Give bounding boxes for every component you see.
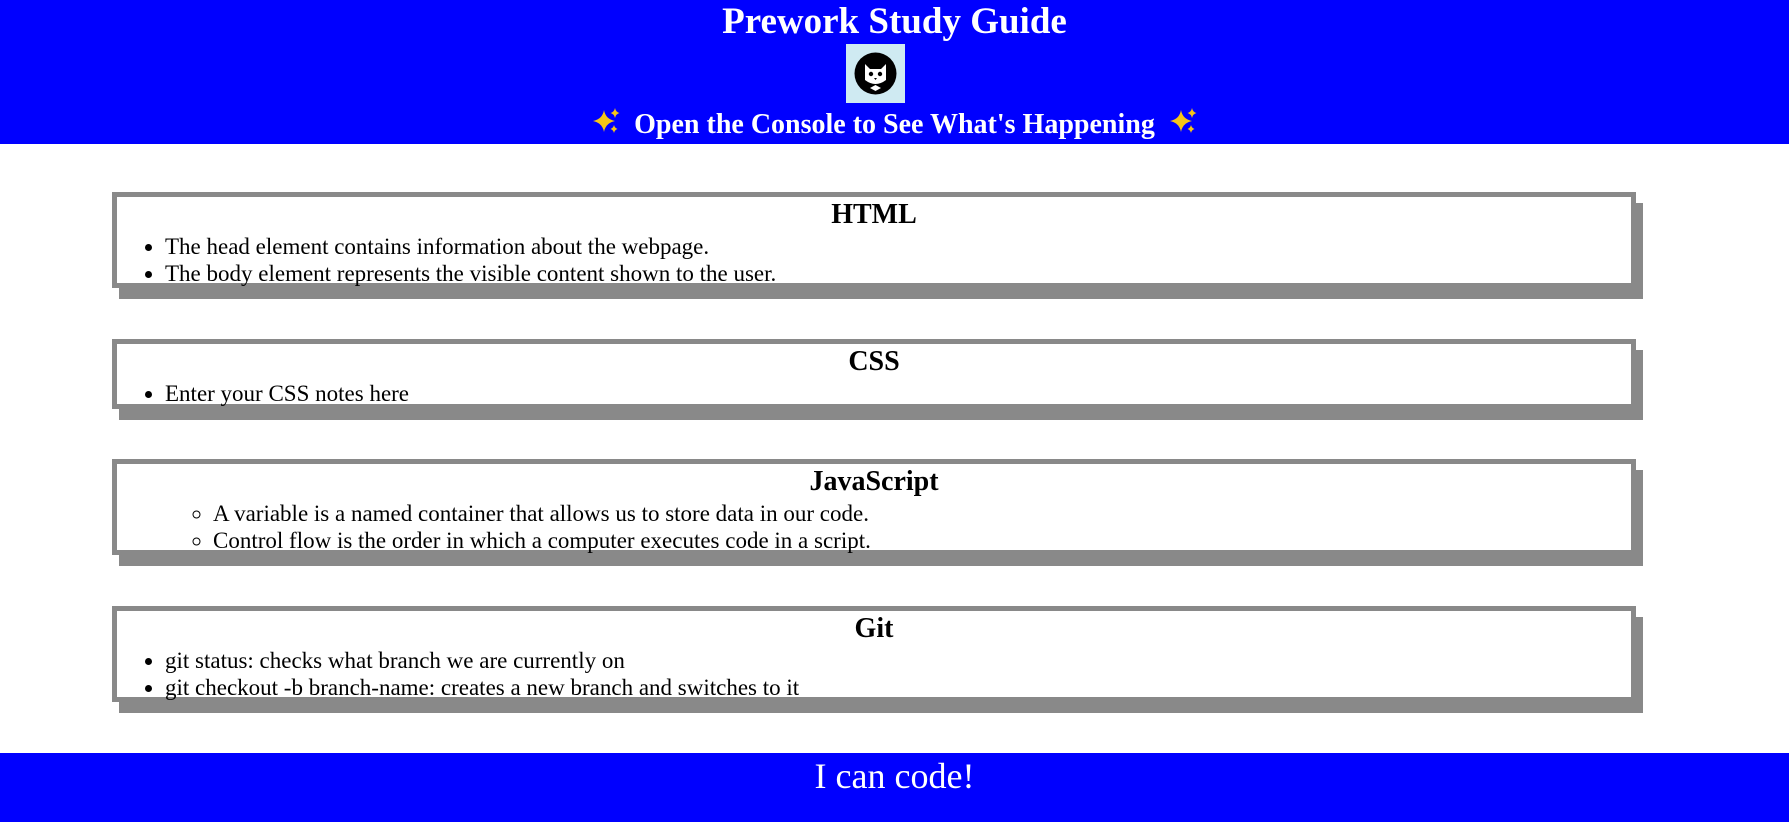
list-item: Control flow is the order in which a com… — [213, 527, 1631, 554]
page-header: Prework Study Guide Open the Console to … — [0, 0, 1789, 144]
section-list-javascript: A variable is a named container that all… — [117, 500, 1631, 554]
page-footer: I can code! — [0, 753, 1789, 822]
list-item: git checkout -b branch-name: creates a n… — [165, 674, 1631, 701]
sparkles-icon — [1168, 106, 1198, 147]
section-list-css: Enter your CSS notes here — [117, 380, 1631, 407]
cat-avatar-icon — [846, 44, 905, 103]
section-html: HTML The head element contains informati… — [112, 192, 1636, 288]
footer-text: I can code! — [814, 756, 975, 796]
subtitle-text: Open the Console to See What's Happening — [634, 109, 1155, 140]
section-list-html: The head element contains information ab… — [117, 233, 1631, 287]
section-css: CSS Enter your CSS notes here — [112, 339, 1636, 409]
section-javascript: JavaScript A variable is a named contain… — [112, 459, 1636, 555]
list-item: git status: checks what branch we are cu… — [165, 647, 1631, 674]
list-item: The head element contains information ab… — [165, 233, 1631, 260]
section-git: Git git status: checks what branch we ar… — [112, 606, 1636, 702]
list-item: The body element represents the visible … — [165, 260, 1631, 287]
section-title-html: HTML — [831, 199, 917, 230]
list-item: Enter your CSS notes here — [165, 380, 1631, 407]
list-item: A variable is a named container that all… — [213, 500, 1631, 527]
section-list-git: git status: checks what branch we are cu… — [117, 647, 1631, 701]
page-title: Prework Study Guide — [722, 1, 1067, 42]
page-subtitle: Open the Console to See What's Happening — [0, 106, 1789, 147]
section-title-css: CSS — [848, 346, 900, 377]
section-title-git: Git — [854, 613, 894, 644]
section-title-javascript: JavaScript — [809, 466, 939, 497]
sparkles-icon — [591, 106, 621, 147]
